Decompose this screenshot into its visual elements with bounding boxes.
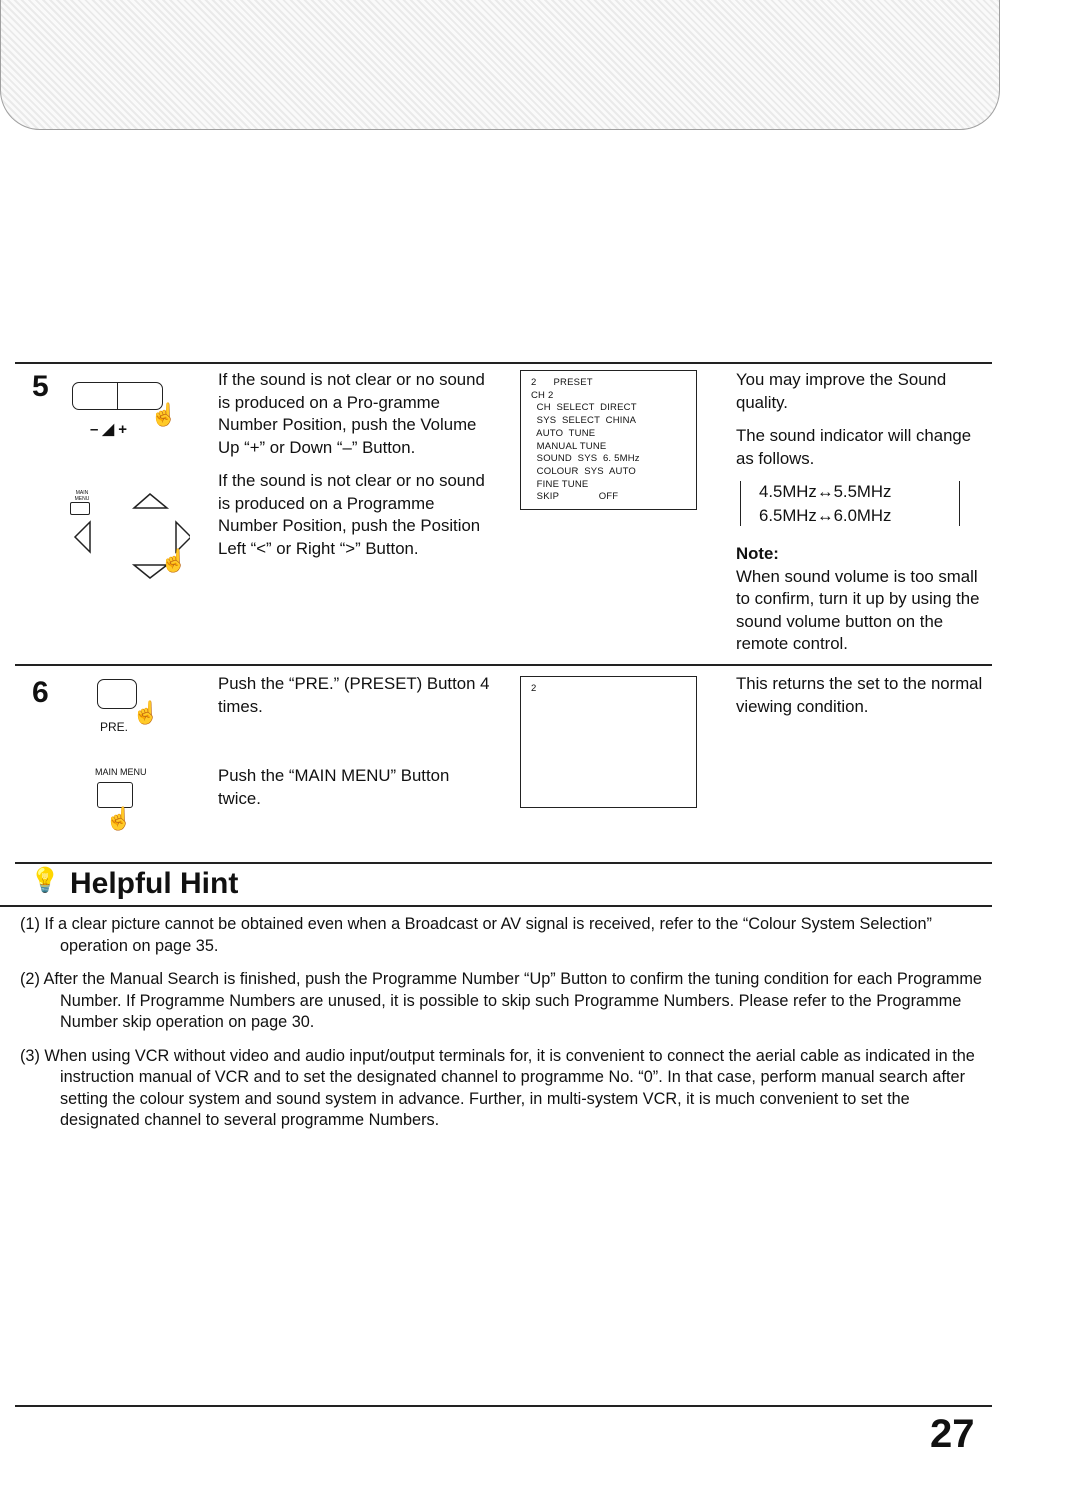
- cycle-row: 6.5MHz↔6.0MHz: [759, 505, 892, 525]
- main-menu-label: MAIN MENU: [95, 767, 147, 777]
- page-number: 27: [930, 1412, 975, 1456]
- header-banner: [0, 0, 1000, 130]
- step-number: 6: [32, 676, 49, 709]
- pre-button-icon: [97, 679, 137, 709]
- osd-line: SYS SELECT CHINA: [531, 415, 637, 427]
- osd-screen: 2: [520, 676, 697, 808]
- step5-instructions: If the sound is not clear or no sound is…: [218, 369, 493, 571]
- pointing-hand-icon: ☝: [132, 700, 160, 725]
- hint-item: (3) When using VCR without video and aud…: [20, 1046, 975, 1130]
- pointing-hand-icon: ☝: [150, 402, 178, 427]
- divider: [15, 362, 992, 364]
- cycle-row: 4.5MHz↔5.5MHz: [759, 482, 892, 501]
- hint-item: (2) After the Manual Search is finished,…: [20, 970, 982, 1031]
- arrow-buttons-icon: [73, 493, 190, 579]
- osd-line: COLOUR SYS AUTO: [531, 465, 636, 477]
- osd-line: 2 PRESET: [531, 377, 593, 388]
- position-instruction: If the sound is not clear or no sound is…: [218, 471, 485, 558]
- osd-line: MANUAL TUNE: [531, 440, 607, 452]
- osd-line-sound-sys: SOUND SYS 6. 5MHz: [531, 453, 640, 465]
- volume-instruction: If the sound is not clear or no sound is…: [218, 370, 485, 457]
- pointing-hand-icon: ☝: [105, 806, 133, 831]
- hint-item: (1) If a clear picture cannot be obtaine…: [20, 915, 932, 955]
- pre-label: PRE.: [100, 720, 129, 734]
- note-label: Note:: [736, 544, 779, 563]
- osd-channel: 2: [531, 683, 537, 694]
- lightbulb-icon: 💡: [30, 867, 60, 894]
- step-number: 5: [32, 370, 49, 403]
- pointing-hand-icon: ☝: [160, 548, 188, 573]
- divider: [15, 664, 992, 666]
- sound-cycle-diagram: 4.5MHz↔5.5MHz 6.5MHz↔6.0MHz: [740, 481, 960, 526]
- osd-line: SKIP OFF: [531, 491, 619, 503]
- osd-preset-menu: 2 PRESET CH 2 CH SELECT DIRECT SYS SELEC…: [520, 370, 697, 510]
- osd-line: AUTO TUNE: [531, 427, 596, 439]
- improve-sound-text: You may improve the Sound quality.: [736, 370, 947, 412]
- pre-instruction: Push the “PRE.” (PRESET) Button 4 times.: [218, 674, 490, 716]
- note-text: When sound volume is too small to confir…: [736, 566, 980, 654]
- volume-label: – ◢ +: [90, 421, 127, 438]
- step6-notes: This returns the set to the normal viewi…: [736, 674, 983, 716]
- osd-line: CH SELECT DIRECT: [531, 402, 637, 414]
- helpful-hint-title: Helpful Hint: [70, 867, 239, 900]
- divider: [15, 862, 992, 864]
- osd-line: FINE TUNE: [531, 478, 589, 490]
- main-menu-button-icon: [97, 782, 133, 808]
- note-block: Note: When sound volume is too small to …: [736, 543, 992, 656]
- indicator-text: The sound indicator will change as follo…: [736, 426, 972, 468]
- divider: [0, 905, 992, 907]
- step5-notes: You may improve the Sound quality. The s…: [736, 369, 992, 481]
- hint-list: (1) If a clear picture cannot be obtaine…: [20, 914, 992, 1144]
- osd-line: CH 2: [531, 389, 554, 401]
- main-menu-instruction: Push the “MAIN MENU” Button twice.: [218, 766, 450, 808]
- footer-rule: [15, 1405, 992, 1407]
